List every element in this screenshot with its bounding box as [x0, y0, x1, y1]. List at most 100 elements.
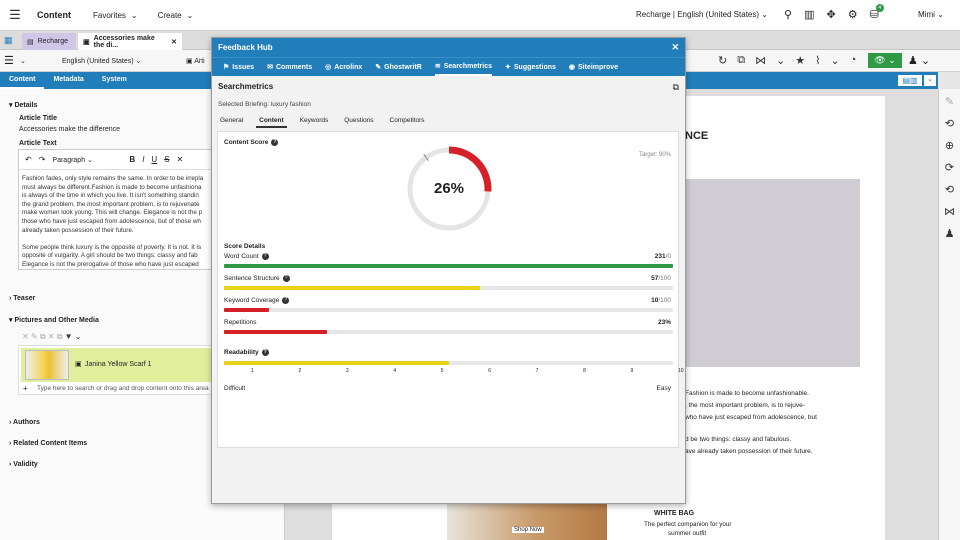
section-validity[interactable]: › Validity — [9, 461, 38, 468]
user-icon[interactable]: ♟ — [945, 227, 955, 240]
tab-issues[interactable]: ⚑ Issues — [223, 58, 254, 76]
metric-bar — [224, 286, 673, 290]
hamburger-menu-icon[interactable]: ☰ — [0, 0, 30, 31]
tab-recharge[interactable]: ▤ Recharge — [22, 33, 76, 50]
tab-searchmetrics[interactable]: ≋ Searchmetrics — [434, 58, 493, 76]
refresh-icon[interactable]: ↻ — [718, 54, 727, 67]
article-title-value[interactable]: Accessories make the difference — [19, 126, 120, 133]
tab-content-score[interactable]: Content — [256, 114, 287, 128]
section-details[interactable]: ▾ Details — [9, 101, 37, 109]
approve-icon[interactable]: ♟ ⌄ — [908, 54, 930, 67]
open-external-icon[interactable]: ⧉ — [737, 54, 745, 67]
tab-label: GhostwritR — [384, 63, 422, 71]
paragraph-select[interactable]: Paragraph ⌄ — [52, 156, 122, 164]
tab-siteimprove[interactable]: ◉ Siteimprove — [569, 58, 618, 76]
share-icon[interactable]: ⋈ — [755, 54, 766, 67]
bold-icon[interactable]: B — [129, 155, 135, 164]
issues-icon: ⚑ — [223, 64, 230, 71]
chevron-down-icon[interactable]: ⌄ — [924, 75, 936, 86]
help-icon[interactable]: ? — [282, 275, 290, 282]
comment-icon: ✉ — [267, 64, 273, 71]
tab-comments[interactable]: ✉ Comments — [267, 58, 312, 76]
help-icon[interactable]: ? — [261, 349, 269, 356]
chart-icon[interactable]: ⌇ — [815, 54, 820, 67]
section-pictures[interactable]: ▾ Pictures and Other Media — [9, 316, 99, 324]
close-icon[interactable]: ✕ — [171, 38, 177, 46]
section-teaser[interactable]: › Teaser — [9, 295, 35, 302]
site-selector[interactable]: Recharge | English (United States) ⌄ — [636, 10, 768, 19]
score-percentage: 26% — [433, 180, 465, 197]
italic-icon[interactable]: I — [142, 155, 144, 164]
chevron-down-icon[interactable]: ⌄ — [20, 57, 26, 65]
add-icon[interactable]: + — [23, 384, 28, 393]
tab-suggestions[interactable]: ✦ Suggestions — [505, 58, 556, 76]
tab-system[interactable]: System — [93, 72, 136, 89]
media-search-placeholder[interactable]: Type here to search or drag and drop con… — [37, 385, 209, 392]
tab-questions[interactable]: Questions — [341, 114, 376, 128]
section-label: Related Content Items — [13, 440, 88, 447]
easy-label: Easy — [656, 385, 671, 392]
undo-icon[interactable]: ↶ — [25, 155, 32, 164]
clear-format-icon[interactable]: ✕ — [177, 155, 184, 164]
help-icon[interactable]: ? — [261, 253, 269, 260]
dialog-header: Feedback Hub ✕ — [212, 38, 685, 57]
readability-tick: 3 — [345, 368, 349, 374]
locale-selector[interactable]: English (United States) ⌄ — [62, 57, 141, 65]
tab-keywords[interactable]: Keywords — [297, 114, 332, 128]
user-menu[interactable]: Mimi ⌄ — [918, 10, 944, 19]
menu-icon[interactable]: ☰ — [4, 54, 14, 67]
readability-tick: 6 — [488, 368, 491, 374]
inbox-icon[interactable]: ⛁ 4 — [870, 4, 884, 21]
tab-acrolinx[interactable]: ◎ Acrolinx — [325, 58, 362, 76]
feedback-icon[interactable]: ⟲ — [945, 117, 954, 130]
metric-denominator: /0 — [665, 253, 671, 260]
close-icon[interactable]: ✕ — [671, 42, 679, 53]
share-icon[interactable]: ⋈ — [944, 205, 955, 218]
article-selector[interactable]: ▣ Arti — [186, 57, 205, 65]
help-icon[interactable]: ? — [282, 297, 290, 304]
grid-icon[interactable]: ▦ — [4, 35, 13, 46]
sync-icon[interactable]: ⟳ — [945, 161, 954, 174]
site-label: Recharge | English (United States) — [636, 10, 760, 19]
tab-competitors[interactable]: Competitors — [387, 114, 428, 128]
readability-fill — [224, 361, 449, 365]
tab-metadata[interactable]: Metadata — [44, 72, 92, 89]
paragraph-label: Paragraph — [52, 156, 86, 164]
tab-ghostwritr[interactable]: ✎ GhostwritR — [375, 58, 422, 76]
gear-icon[interactable]: ⚙ — [848, 8, 858, 21]
metric-value: 10/100 — [651, 297, 671, 304]
metric-bar — [224, 308, 673, 312]
preview-text: ave already taken possession of their fu… — [685, 448, 813, 455]
article-label: Arti — [194, 58, 205, 65]
clock-icon[interactable]: ◔ — [850, 54, 857, 67]
tab-content[interactable]: Content — [0, 72, 45, 89]
tab-general[interactable]: General — [217, 114, 246, 128]
strikethrough-icon[interactable]: S — [164, 155, 169, 164]
workflow-icon[interactable]: ✥ — [826, 8, 835, 21]
tab-label: Issues — [232, 63, 255, 71]
shop-now-button[interactable]: Shop Now — [512, 527, 544, 533]
favorites-menu[interactable]: Favorites ⌄ — [93, 11, 138, 20]
chevron-down-icon[interactable]: ⌄ — [776, 54, 785, 67]
create-menu[interactable]: Create ⌄ — [158, 11, 194, 20]
preview-eye-button[interactable]: 👁 ⌄ — [868, 53, 902, 68]
chevron-down-icon[interactable]: ⌄ — [831, 54, 840, 67]
help-icon[interactable]: ? — [271, 139, 279, 146]
section-related[interactable]: › Related Content Items — [9, 440, 87, 447]
locale-label: English (United States) — [62, 58, 134, 65]
translate-icon[interactable]: ⟲ — [945, 183, 954, 196]
layout-toggle-icon[interactable]: ▤▥ — [898, 75, 922, 86]
library-icon[interactable]: ▥ — [804, 8, 814, 21]
redo-icon[interactable]: ↷ — [39, 155, 46, 164]
preview-product-title: WHITE BAG — [654, 510, 695, 517]
readability-text: Readability — [224, 349, 259, 357]
globe-icon[interactable]: ⊕ — [945, 139, 954, 152]
section-authors[interactable]: › Authors — [9, 419, 40, 426]
notification-badge: 4 — [875, 4, 884, 12]
open-external-icon[interactable]: ⧉ — [673, 82, 679, 93]
pencil-icon[interactable]: ✎ — [945, 95, 954, 108]
underline-icon[interactable]: U — [151, 155, 157, 164]
search-icon[interactable]: ⚲ — [784, 8, 792, 21]
tab-accessories[interactable]: ▣ Accessories make the di... ✕ — [78, 33, 182, 50]
star-icon[interactable]: ★ — [795, 54, 805, 67]
